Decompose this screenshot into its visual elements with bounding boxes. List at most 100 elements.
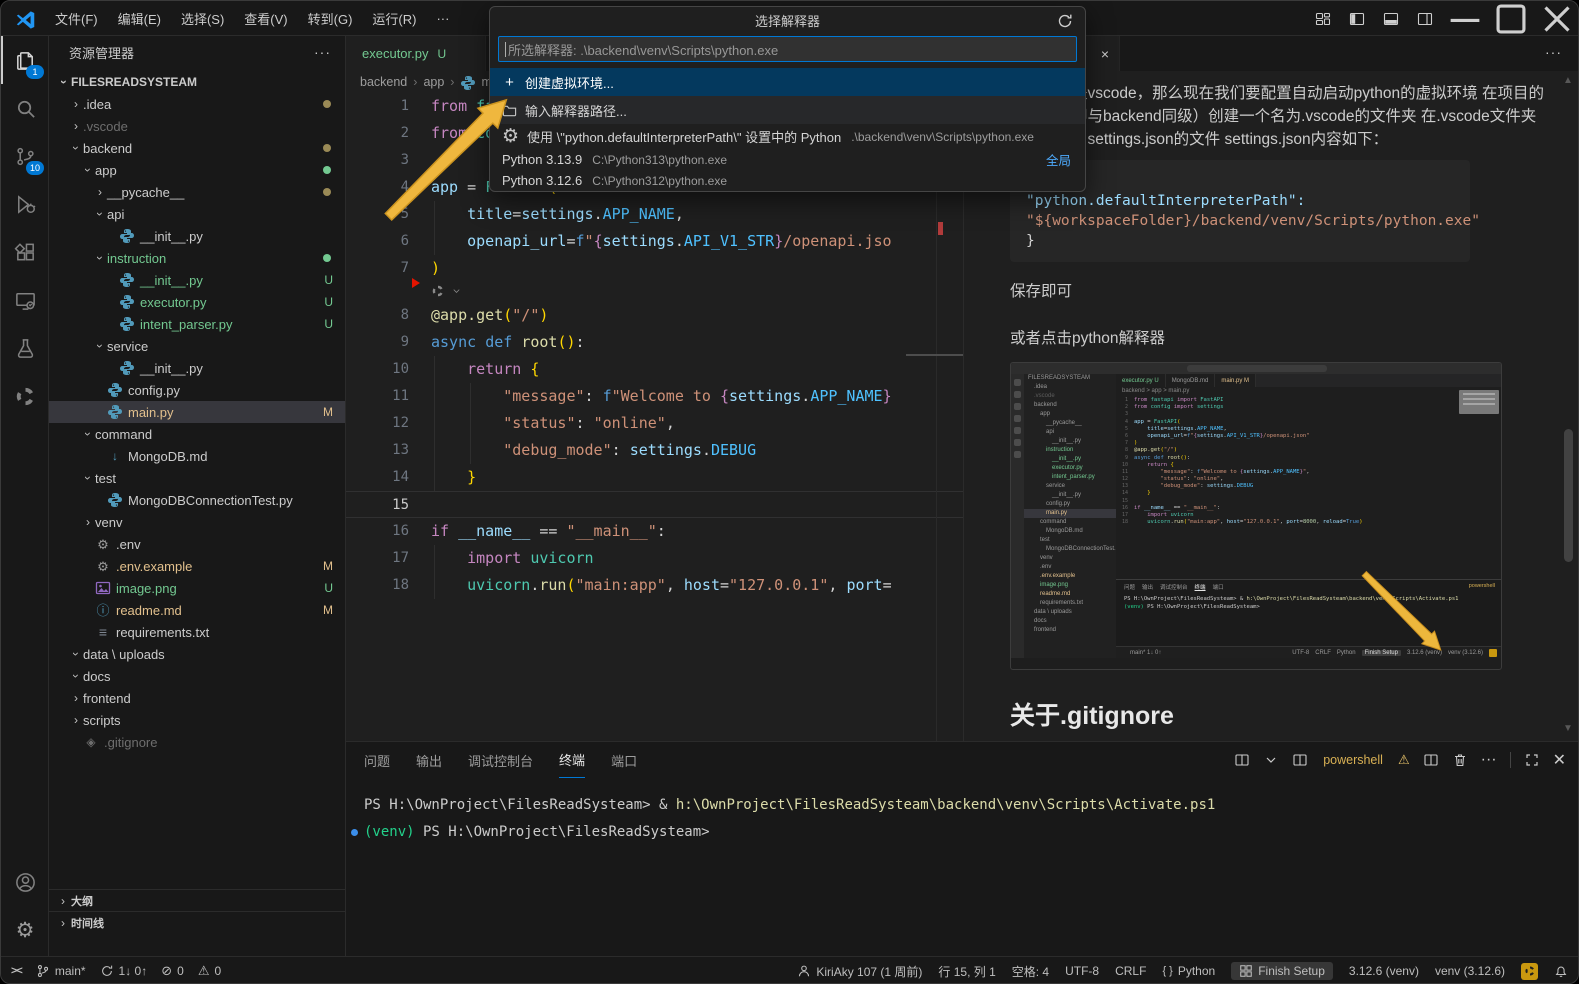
- code-line-14[interactable]: 14 }: [346, 464, 963, 491]
- toggle-secondary-sidebar-icon[interactable]: [1412, 7, 1438, 31]
- toggle-panel-icon[interactable]: [1378, 7, 1404, 31]
- statusbar-warning-0[interactable]: ⚠0: [198, 963, 221, 979]
- global-link[interactable]: 全局: [1046, 150, 1071, 169]
- statusbar-item-3.12.6[interactable]: 3.12.6 (venv): [1349, 964, 1419, 978]
- split-terminal-icon[interactable]: [1423, 752, 1439, 768]
- activity-run-and-debug[interactable]: [1, 180, 49, 228]
- refresh-icon[interactable]: [1057, 13, 1073, 29]
- code-line-12[interactable]: 12 "status": "online",: [346, 410, 963, 437]
- code-line-16[interactable]: 16if __name__ == "__main__":: [346, 518, 963, 545]
- close-icon[interactable]: ×: [1101, 46, 1109, 62]
- tree-item-api[interactable]: ›api: [49, 203, 345, 225]
- statusbar-branch-main*[interactable]: main*: [36, 964, 86, 978]
- quick-pick-item-0[interactable]: +创建虚拟环境...: [490, 68, 1085, 96]
- editor-more-actions[interactable]: ···: [1545, 44, 1562, 60]
- quick-pick-item-1[interactable]: 输入解释器路径...: [490, 96, 1085, 124]
- tree-item-.gitignore[interactable]: ◈.gitignore: [49, 731, 345, 753]
- tree-item-config.py[interactable]: config.py: [49, 379, 345, 401]
- tree-item-service[interactable]: ›service: [49, 335, 345, 357]
- code-line-9[interactable]: 9async def root():: [346, 329, 963, 356]
- tree-item-scripts[interactable]: ›scripts: [49, 709, 345, 731]
- tree-item-.vscode[interactable]: ›.vscode: [49, 115, 345, 137]
- statusbar-ai-badge[interactable]: [1521, 963, 1538, 980]
- tree-item-requirements.txt[interactable]: ≡requirements.txt: [49, 621, 345, 643]
- statusbar-braces-python[interactable]: { }Python: [1162, 964, 1215, 978]
- close-panel-icon[interactable]: ✕: [1553, 750, 1566, 770]
- maximize-panel-icon[interactable]: [1524, 752, 1540, 768]
- code-line-15[interactable]: 15: [346, 491, 963, 518]
- breadcrumb-item[interactable]: app: [423, 75, 444, 89]
- breadcrumb-item[interactable]: backend: [360, 75, 407, 89]
- tree-item-venv[interactable]: ›venv: [49, 511, 345, 533]
- statusbar-remote-indicator-><[interactable]: ><: [11, 965, 22, 977]
- activity-explorer[interactable]: 1: [1, 36, 49, 84]
- scroll-down-arrow[interactable]: ▼: [1563, 723, 1573, 734]
- scrollbar-thumb[interactable]: [906, 354, 963, 356]
- tree-item-__init__.py[interactable]: __init__.pyU: [49, 269, 345, 291]
- timeline-section[interactable]: ›时间线: [49, 911, 345, 934]
- close-button[interactable]: [1534, 1, 1579, 36]
- tree-item-__init__.py[interactable]: __init__.py: [49, 357, 345, 379]
- code-line-5[interactable]: 5 title=settings.APP_NAME,: [346, 201, 963, 228]
- activity-extensions[interactable]: [1, 228, 49, 276]
- statusbar-item-crlf[interactable]: CRLF: [1115, 964, 1146, 978]
- activity-remote-explorer[interactable]: [1, 276, 49, 324]
- statusbar-item-utf-8[interactable]: UTF-8: [1065, 964, 1099, 978]
- code-line-8[interactable]: 8@app.get("/"): [346, 302, 963, 329]
- tree-item-frontend[interactable]: ›frontend: [49, 687, 345, 709]
- statusbar-item-空格:[interactable]: 空格: 4: [1012, 963, 1049, 980]
- preview-scrollbar[interactable]: ▲ ▼: [1562, 71, 1576, 741]
- tree-item-__pycache__[interactable]: ›__pycache__: [49, 181, 345, 203]
- maximize-button[interactable]: [1488, 1, 1534, 36]
- tree-item-.env.example[interactable]: ⚙.env.exampleM: [49, 555, 345, 577]
- statusbar-person-kiriaky[interactable]: KiriAky 107 (1 周前): [797, 963, 922, 980]
- tree-item-filesreadsysteam[interactable]: ›FILESREADSYSTEAM: [49, 71, 345, 93]
- tree-item-readme.md[interactable]: ⓘreadme.mdM: [49, 599, 345, 621]
- menu-item[interactable]: 文件(F): [45, 5, 108, 32]
- menu-item[interactable]: ···: [426, 7, 459, 30]
- customize-layout-icon[interactable]: [1310, 7, 1336, 31]
- activity-accounts[interactable]: [1, 858, 49, 906]
- menu-item[interactable]: 查看(V): [234, 5, 297, 32]
- statusbar-bell[interactable]: [1554, 964, 1568, 978]
- tree-item-__init__.py[interactable]: __init__.py: [49, 225, 345, 247]
- statusbar-error-0[interactable]: ⊘0: [161, 963, 184, 979]
- tree-item-mongodbconnectiontest.py[interactable]: MongoDBConnectionTest.py: [49, 489, 345, 511]
- code-line-18[interactable]: 18 uvicorn.run("main:app", host="127.0.0…: [346, 572, 963, 599]
- tree-item-intent_parser.py[interactable]: intent_parser.pyU: [49, 313, 345, 335]
- panel-tab-调试控制台[interactable]: 调试控制台: [468, 742, 533, 778]
- activity-ai-assistant[interactable]: [1, 372, 49, 420]
- terminal-instance-icon[interactable]: [1292, 752, 1308, 768]
- tree-item-data-uploads[interactable]: ›data \ uploads: [49, 643, 345, 665]
- code-line-17[interactable]: 17 import uvicorn: [346, 545, 963, 572]
- statusbar-setup-finish[interactable]: Finish Setup: [1231, 962, 1333, 980]
- menu-item[interactable]: 运行(R): [362, 5, 426, 32]
- code-line-13[interactable]: 13 "debug_mode": settings.DEBUG: [346, 437, 963, 464]
- quick-pick-input[interactable]: 所选解释器: .\backend\venv\Scripts\python.exe: [498, 36, 1077, 62]
- panel-tab-端口[interactable]: 端口: [611, 742, 637, 778]
- activity-search[interactable]: [1, 84, 49, 132]
- quick-pick-item-3[interactable]: Python 3.13.9C:\Python313\python.exe全局: [490, 149, 1085, 170]
- command-decoration[interactable]: [351, 829, 358, 836]
- code-line-10[interactable]: 10 return {: [346, 356, 963, 383]
- tree-item-mongodb.md[interactable]: ↓MongoDB.md: [49, 445, 345, 467]
- more-actions-icon[interactable]: ···: [1481, 751, 1497, 769]
- statusbar-sync-1↓[interactable]: 1↓ 0↑: [100, 964, 148, 978]
- terminal[interactable]: PS H:\OwnProject\FilesReadSysteam> & h:\…: [346, 792, 1579, 846]
- profile-dropdown-icon[interactable]: [1263, 752, 1279, 768]
- minimize-button[interactable]: [1442, 1, 1488, 36]
- code-line-7[interactable]: 7): [346, 255, 963, 282]
- tree-item-app[interactable]: ›app: [49, 159, 345, 181]
- quick-pick-item-2[interactable]: ⚙使用 \"python.defaultInterpreterPath\" 设置…: [490, 124, 1085, 149]
- tree-item-instruction[interactable]: ›instruction: [49, 247, 345, 269]
- tree-item-image.png[interactable]: image.pngU: [49, 577, 345, 599]
- outline-section[interactable]: ›大纲: [49, 889, 345, 912]
- tree-item-test[interactable]: ›test: [49, 467, 345, 489]
- tree-item-main.py[interactable]: main.pyM: [49, 401, 345, 423]
- menu-item[interactable]: 转到(G): [298, 5, 363, 32]
- code-line-6[interactable]: 6 openapi_url=f"{settings.API_V1_STR}/op…: [346, 228, 963, 255]
- tree-item-command[interactable]: ›command: [49, 423, 345, 445]
- terminal-profile-label[interactable]: powershell: [1323, 753, 1383, 767]
- tree-item-executor.py[interactable]: executor.pyU: [49, 291, 345, 313]
- scroll-up-arrow[interactable]: ▲: [1563, 75, 1573, 86]
